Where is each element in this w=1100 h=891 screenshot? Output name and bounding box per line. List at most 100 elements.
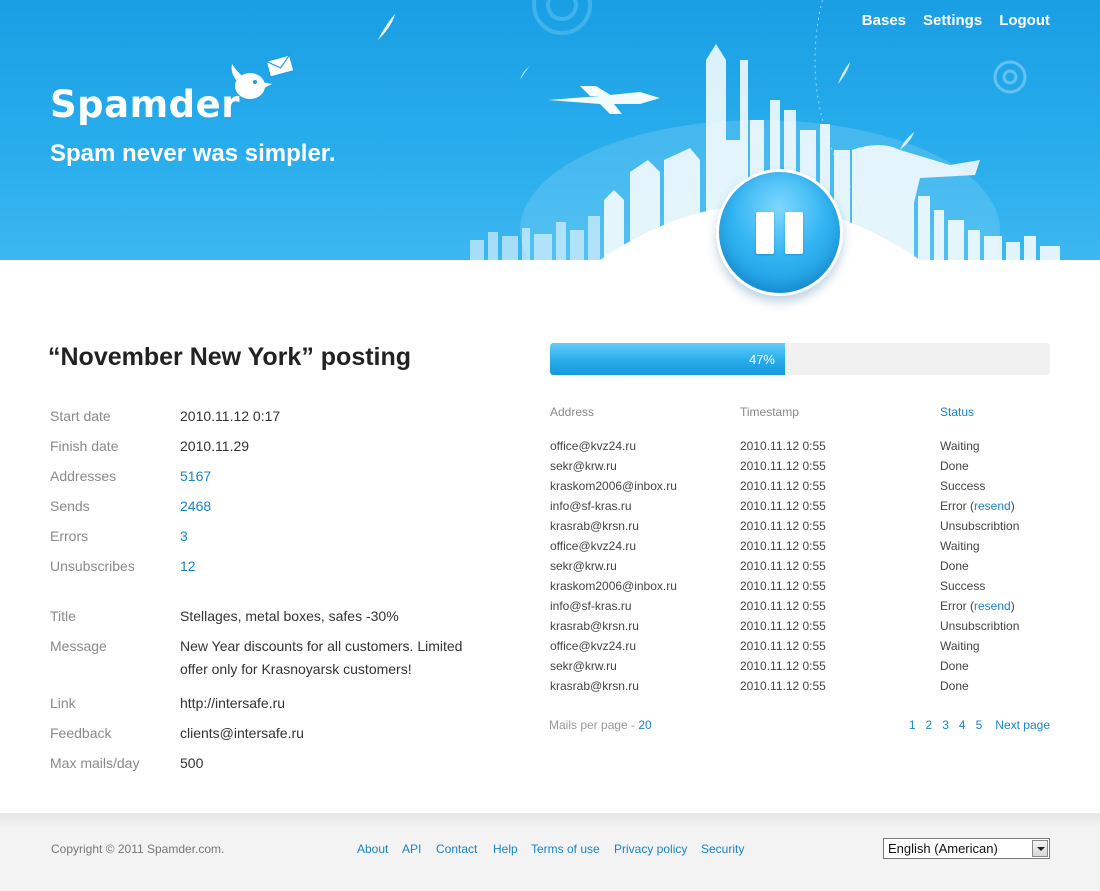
table-row: office@kvz24.ru 2010.11.12 0:55 Waiting — [550, 639, 1050, 659]
table-row: sekr@krw.ru 2010.11.12 0:55 Done — [550, 559, 1050, 579]
copyright: Copyright © 2011 Spamder.com. — [51, 842, 225, 856]
mail-status-text: Waiting — [940, 439, 980, 453]
table-row: krasrab@krsn.ru 2010.11.12 0:55 Done — [550, 679, 1050, 699]
logo-text: Spamder — [50, 83, 240, 126]
footer-link-security[interactable]: Security — [701, 842, 744, 856]
mail-status: Error (resend) — [940, 599, 1015, 613]
page-link-4[interactable]: 4 — [959, 718, 966, 732]
unsubscribes-count-link[interactable]: 12 — [180, 555, 196, 577]
mail-status-text: Error — [940, 599, 967, 613]
footer-link-contact[interactable]: Contact — [436, 842, 477, 856]
mail-timestamp: 2010.11.12 0:55 — [740, 619, 826, 633]
next-page-link[interactable]: Next page — [995, 718, 1050, 732]
detail-label: Start date — [50, 408, 111, 424]
mail-address: info@sf-kras.ru — [550, 599, 632, 613]
table-row: info@sf-kras.ru 2010.11.12 0:55 Error (res… — [550, 599, 1050, 619]
page-link-3[interactable]: 3 — [942, 718, 949, 732]
detail-value: 500 — [180, 755, 204, 771]
page-link-1[interactable]: 1 — [909, 718, 916, 732]
mail-status-text: Success — [940, 579, 986, 593]
mail-address: krasrab@krsn.ru — [550, 679, 639, 693]
page-title: “November New York” posting — [48, 343, 412, 371]
city-skyline-illustration — [378, 0, 1060, 260]
page-link-5[interactable]: 5 — [976, 718, 983, 732]
detail-row-message: Message New Year discounts for all custo… — [50, 635, 490, 685]
mails-per-page: Mails per page - 20 — [549, 718, 652, 732]
nav-bases-link[interactable]: Bases — [862, 12, 906, 29]
table-row: krasrab@krsn.ru 2010.11.12 0:55 Unsubscrib… — [550, 619, 1050, 639]
mail-timestamp: 2010.11.12 0:55 — [740, 639, 826, 653]
progress-bar: 47% — [550, 343, 1050, 375]
mail-status: Done — [940, 679, 969, 693]
detail-value: http://intersafe.ru — [180, 695, 286, 711]
addresses-count-link[interactable]: 5167 — [180, 465, 211, 487]
footer-link-api[interactable]: API — [402, 842, 421, 856]
detail-label: Finish date — [50, 438, 119, 454]
footer-link-help[interactable]: Help — [493, 842, 518, 856]
mail-address: krasrab@krsn.ru — [550, 519, 639, 533]
table-row: info@sf-kras.ru 2010.11.12 0:55 Error (res… — [550, 499, 1050, 519]
resend-link[interactable]: resend — [974, 599, 1011, 613]
per-page-label: Mails per page - — [549, 718, 639, 732]
nav-settings-link[interactable]: Settings — [923, 12, 982, 29]
mail-status-text: Error — [940, 499, 967, 513]
sends-count-link[interactable]: 2468 — [180, 495, 211, 517]
per-page-value[interactable]: 20 — [638, 718, 651, 732]
detail-label: Errors — [50, 528, 89, 544]
mail-status: Unsubscribtion — [940, 619, 1019, 633]
mail-timestamp: 2010.11.12 0:55 — [740, 679, 826, 693]
column-header-status[interactable]: Status — [940, 405, 974, 419]
pagination: 1 2 3 4 5 Next page — [909, 718, 1050, 732]
detail-label: Max mails/day — [50, 755, 140, 771]
header-banner: Spamder Spam never was simpler. Bases Se… — [0, 0, 1100, 260]
detail-value: 2010.11.29 — [180, 438, 250, 454]
mail-status: Waiting — [940, 639, 980, 653]
mail-address: info@sf-kras.ru — [550, 499, 632, 513]
pause-button[interactable] — [716, 169, 843, 296]
footer-link-privacy[interactable]: Privacy policy — [614, 842, 687, 856]
progress-fill: 47% — [550, 343, 785, 375]
detail-label: Title — [50, 608, 76, 624]
mail-status-text: Success — [940, 479, 986, 493]
page-link-2[interactable]: 2 — [926, 718, 933, 732]
top-nav: Bases Settings Logout — [862, 12, 1050, 29]
table-row: sekr@krw.ru 2010.11.12 0:55 Done — [550, 659, 1050, 679]
mail-status: Done — [940, 459, 969, 473]
mail-status: Unsubscribtion — [940, 519, 1019, 533]
mail-address: office@kvz24.ru — [550, 639, 636, 653]
tagline: Spam never was simpler. — [50, 140, 336, 167]
mail-address: office@kvz24.ru — [550, 439, 636, 453]
errors-count-link[interactable]: 3 — [180, 525, 188, 547]
mail-status: Success — [940, 479, 985, 493]
detail-label: Feedback — [50, 725, 112, 741]
mail-timestamp: 2010.11.12 0:55 — [740, 559, 826, 573]
mail-address: sekr@krw.ru — [550, 559, 617, 573]
mail-timestamp: 2010.11.12 0:55 — [740, 459, 826, 473]
mail-timestamp: 2010.11.12 0:55 — [740, 439, 826, 453]
detail-value: 2010.11.12 0:17 — [180, 408, 281, 424]
table-row: office@kvz24.ru 2010.11.12 0:55 Waiting — [550, 439, 1050, 459]
footer-link-about[interactable]: About — [357, 842, 388, 856]
resend-link[interactable]: resend — [974, 499, 1011, 513]
table-row: kraskom2006@inbox.ru 2010.11.12 0:55 Succe… — [550, 479, 1050, 499]
detail-value: clients@intersafe.ru — [180, 725, 304, 741]
mail-timestamp: 2010.11.12 0:55 — [740, 659, 826, 673]
table-row: kraskom2006@inbox.ru 2010.11.12 0:55 Succe… — [550, 579, 1050, 599]
table-row: krasrab@krsn.ru 2010.11.12 0:55 Unsubscrib… — [550, 519, 1050, 539]
mail-status-text: Waiting — [940, 539, 980, 553]
message-text: New Year discounts for all customers. Li… — [180, 638, 463, 677]
detail-value: Stellages, metal boxes, safes -30% — [180, 608, 399, 624]
nav-logout-link[interactable]: Logout — [999, 12, 1050, 29]
column-header-timestamp: Timestamp — [740, 405, 799, 419]
mail-status-text: Done — [940, 559, 969, 573]
mail-status-text: Unsubscribtion — [940, 619, 1020, 633]
detail-label: Sends — [50, 498, 90, 514]
chevron-down-icon[interactable] — [1032, 840, 1048, 857]
language-select[interactable]: English (American) — [883, 838, 1050, 859]
mail-address: sekr@krw.ru — [550, 459, 617, 473]
mail-timestamp: 2010.11.12 0:55 — [740, 479, 826, 493]
footer-link-terms[interactable]: Terms of use — [531, 842, 600, 856]
progress-label: 47% — [748, 352, 775, 367]
mail-timestamp: 2010.11.12 0:55 — [740, 599, 826, 613]
mail-status: Waiting — [940, 439, 980, 453]
